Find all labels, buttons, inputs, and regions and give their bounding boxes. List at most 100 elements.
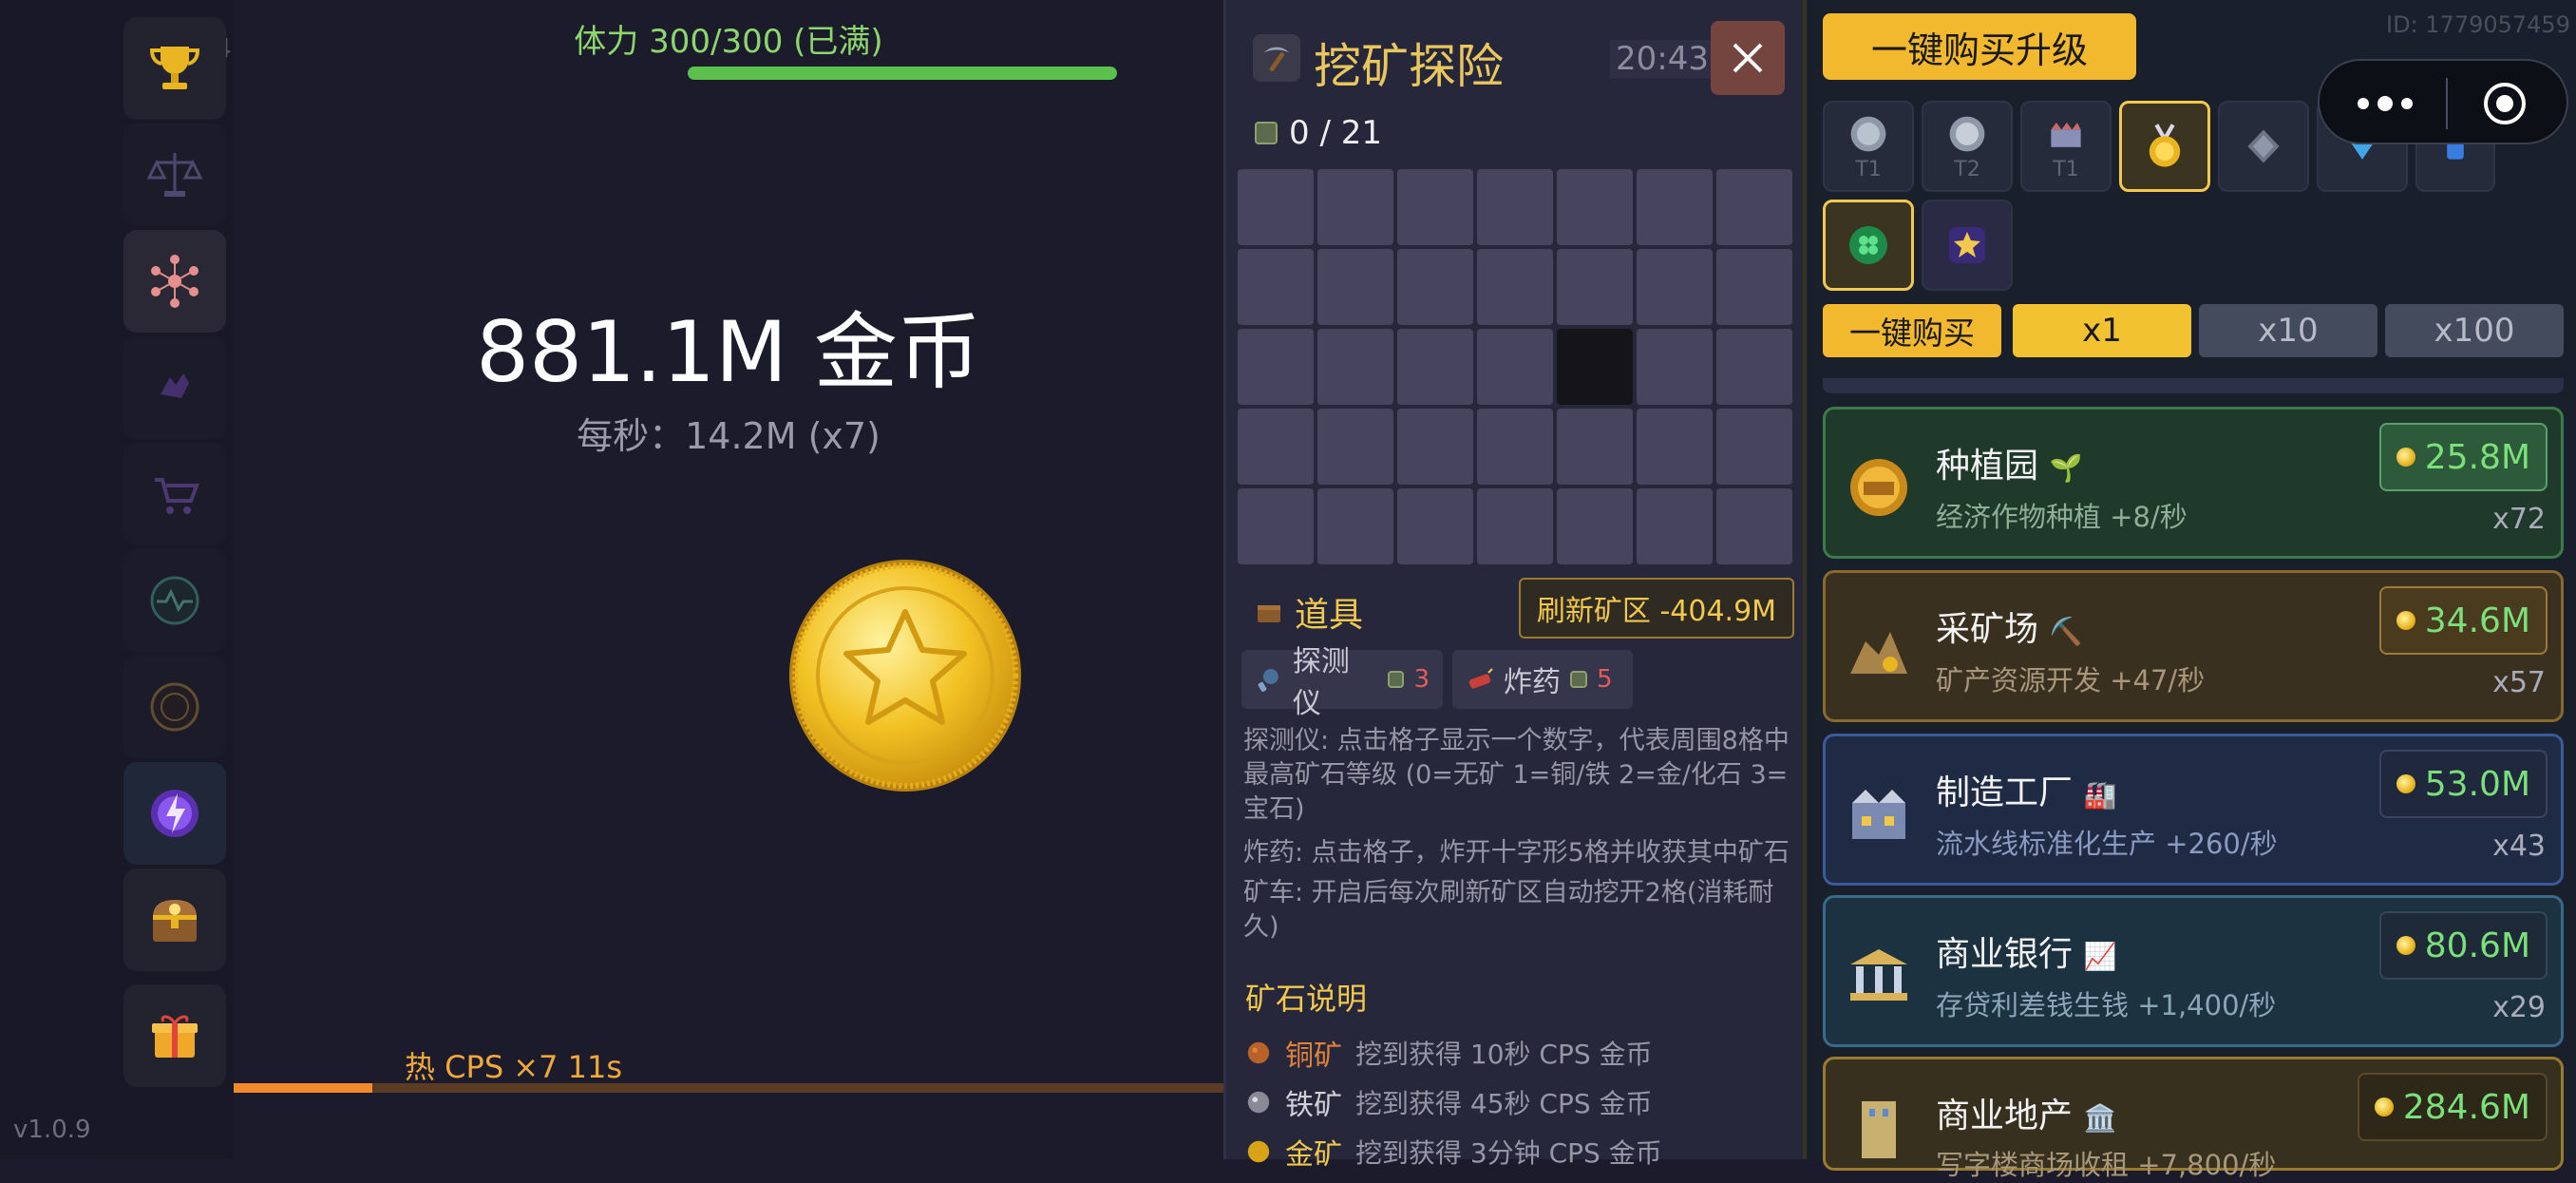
more-menu-icon[interactable] (2354, 89, 2416, 118)
upgrade-tile[interactable]: T1 (2020, 101, 2112, 192)
mine-cell[interactable] (1477, 488, 1553, 564)
copper-ore-icon (1247, 1041, 1270, 1064)
business-card-factory[interactable]: 制造工厂 🏭 流水线标准化生产 +260/秒 53.0M x43 (1823, 734, 2564, 886)
gold-ore-icon (1247, 1140, 1270, 1163)
mine-cell[interactable] (1238, 488, 1314, 564)
lightning-button[interactable] (123, 762, 226, 865)
mine-cell[interactable] (1238, 249, 1314, 325)
upgrade-tile-selected[interactable] (2119, 101, 2210, 192)
emblem-button[interactable] (123, 656, 226, 758)
buy-all-button[interactable]: 一键购买 (1823, 304, 2001, 357)
mine-cell[interactable] (1238, 329, 1314, 405)
upgrade-tile-selected[interactable] (1823, 200, 1914, 291)
buy-price-button[interactable]: 80.6M (2378, 911, 2548, 980)
mine-cell[interactable] (1557, 488, 1633, 564)
mine-cell[interactable] (1716, 169, 1792, 245)
trophy-button[interactable] (123, 17, 226, 120)
ore-row-copper: 铜矿 挖到获得 10秒 CPS 金币 (1245, 1032, 1653, 1074)
balance-button[interactable] (123, 124, 226, 226)
mine-cell[interactable] (1317, 249, 1393, 325)
mine-cell[interactable] (1637, 409, 1713, 485)
business-card-mine[interactable]: 采矿场 ⛏️ 矿产资源开发 +47/秒 34.6M x57 (1823, 570, 2564, 722)
treasure-chest-icon (153, 900, 197, 942)
bank-icon (1850, 949, 1907, 1001)
mine-cell[interactable] (1397, 409, 1473, 485)
mine-cell[interactable] (1637, 488, 1713, 564)
buy-price-button[interactable]: 284.6M (2357, 1073, 2548, 1141)
mine-cell[interactable] (1317, 329, 1393, 405)
cart-button[interactable] (123, 443, 226, 545)
mine-cell[interactable] (1557, 169, 1633, 245)
mine-cell[interactable] (1557, 249, 1633, 325)
upgrade-tile[interactable] (1922, 200, 2013, 291)
mine-cell[interactable] (1397, 169, 1473, 245)
business-description: 存贷利差钱生钱 +1,400/秒 (1936, 989, 2277, 1021)
mine-cell-dug[interactable] (1557, 329, 1633, 405)
mining-title: 挖矿探险 (1314, 39, 1504, 94)
pulse-button[interactable] (123, 549, 226, 652)
upgrade-tile[interactable]: T1 (1823, 101, 1914, 192)
coins-per-second: 每秒：14.2M (x7) (577, 415, 881, 457)
mine-cell[interactable] (1557, 409, 1633, 485)
mine-cell[interactable] (1238, 409, 1314, 485)
boost-progress-fill (234, 1083, 372, 1093)
upgrade-tile[interactable] (2218, 101, 2309, 192)
mine-cell[interactable] (1397, 488, 1473, 564)
mine-cell[interactable] (1317, 488, 1393, 564)
mine-cell[interactable] (1716, 329, 1792, 405)
hand-button[interactable] (123, 336, 226, 439)
coin-icon (2396, 936, 2415, 955)
mine-cell[interactable] (1397, 249, 1473, 325)
dynamite-tool-button[interactable]: 炸药 5 (1452, 650, 1633, 709)
business-card-real-estate[interactable]: 商业地产 🏛️ 写字楼商场收租 +7,800/秒 284.6M (1823, 1057, 2564, 1181)
business-name: 种植园 🌱 (1936, 447, 2083, 486)
ore-name: 金矿 (1285, 1138, 1342, 1172)
crate-icon (1258, 605, 1280, 622)
exit-target-icon[interactable] (2481, 80, 2529, 127)
buy-upgrades-button[interactable]: 一键购买升级 (1823, 13, 2136, 80)
ore-desc: 挖到获得 3分钟 CPS 金币 (1355, 1137, 1662, 1169)
mine-cell[interactable] (1637, 169, 1713, 245)
buy-price-button[interactable]: 25.8M (2378, 423, 2548, 491)
mine-cell[interactable] (1637, 329, 1713, 405)
owned-count: x72 (2492, 503, 2546, 536)
network-button[interactable] (123, 230, 226, 333)
castle-t1-icon (2051, 122, 2081, 147)
multiplier-x1-button[interactable]: x1 (2013, 304, 2191, 357)
upgrade-tile[interactable]: T2 (1922, 101, 2013, 192)
mine-cell[interactable] (1477, 329, 1553, 405)
mine-cell[interactable] (1317, 409, 1393, 485)
detector-tool-button[interactable]: 探测仪 3 (1241, 645, 1443, 720)
gift-button[interactable] (123, 984, 226, 1087)
refresh-mine-button[interactable]: 刷新矿区 -404.9M (1519, 578, 1794, 639)
multiplier-x100-button[interactable]: x100 (2385, 304, 2564, 357)
coin-total: 881.1M 金币 (476, 303, 981, 401)
mine-cell[interactable] (1397, 329, 1473, 405)
tier-label: T1 (1855, 157, 1882, 181)
coin-icon (2396, 611, 2415, 630)
mine-cell[interactable] (1716, 409, 1792, 485)
mine-cell[interactable] (1238, 169, 1314, 245)
big-coin-button[interactable] (786, 557, 1024, 794)
business-card-bank[interactable]: 商业银行 📈 存贷利差钱生钱 +1,400/秒 80.6M x29 (1823, 895, 2564, 1047)
dynamite-label: 炸药 (1504, 666, 1561, 699)
capsule-divider (2446, 78, 2448, 129)
tier-label: T1 (2053, 157, 2079, 181)
mine-cell[interactable] (1477, 409, 1553, 485)
lightning-orb-icon (151, 790, 199, 837)
mine-cell[interactable] (1716, 249, 1792, 325)
business-card-plantation[interactable]: 种植园 🌱 经济作物种植 +8/秒 25.8M x72 (1823, 407, 2564, 559)
buy-price-button[interactable]: 53.0M (2378, 750, 2548, 818)
chest-button[interactable] (123, 868, 226, 971)
multiplier-x10-button[interactable]: x10 (2199, 304, 2377, 357)
mine-cell[interactable] (1477, 249, 1553, 325)
mine-cell[interactable] (1317, 169, 1393, 245)
mine-cell[interactable] (1716, 488, 1792, 564)
coin-icon (2396, 774, 2415, 793)
close-button[interactable] (1711, 21, 1785, 95)
star-badge-icon (1949, 227, 1985, 263)
mine-cell[interactable] (1637, 249, 1713, 325)
buy-price-button[interactable]: 34.6M (2378, 586, 2548, 655)
mine-cell[interactable] (1477, 169, 1553, 245)
miniprogram-capsule (2318, 59, 2568, 144)
